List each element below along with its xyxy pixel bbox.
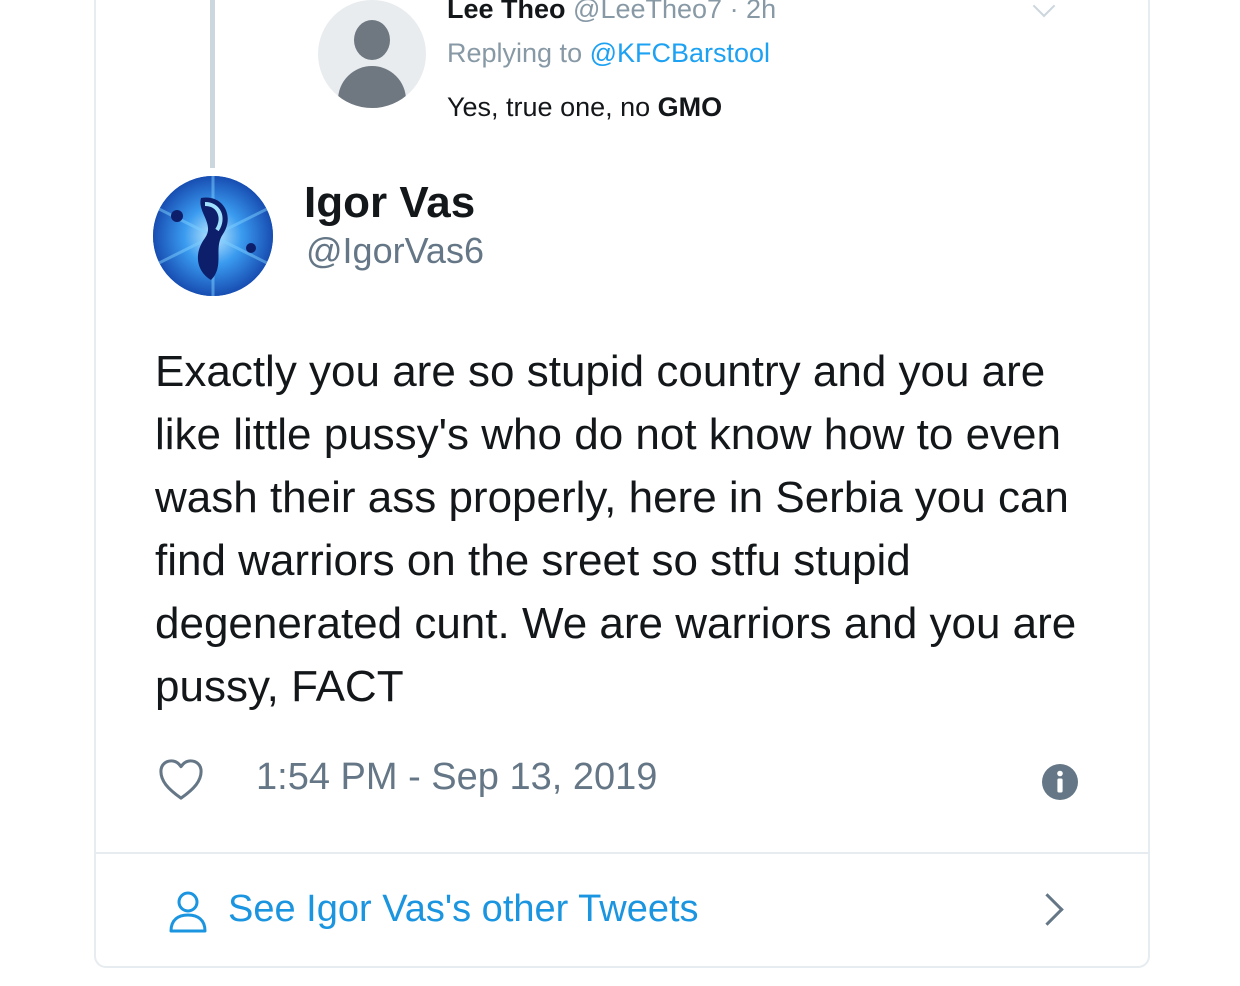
parent-author-handle-time: @LeeTheo7 · 2h (573, 0, 777, 24)
author-name[interactable]: Igor Vas (304, 178, 475, 228)
chevron-right-icon[interactable] (1031, 893, 1064, 926)
person-outline-icon (169, 891, 207, 933)
replying-to-label: Replying to (447, 38, 590, 68)
info-circle-icon[interactable] (1042, 764, 1078, 800)
default-avatar-shoulders (338, 66, 406, 108)
parent-tweet-text: Yes, true one, no GMO (447, 92, 722, 123)
parent-author-name[interactable]: Lee Theo (447, 0, 566, 24)
replying-to-handle-link[interactable]: @KFCBarstool (590, 38, 770, 68)
author-handle[interactable]: @IgorVas6 (306, 230, 484, 272)
see-other-tweets-link[interactable]: See Igor Vas's other Tweets (94, 854, 1150, 966)
tweet-text: Exactly you are so stupid country and yo… (155, 347, 1077, 711)
parent-tweet-header: Lee Theo @LeeTheo7 · 2h (447, 0, 776, 25)
default-avatar-head (354, 20, 390, 60)
avatar-image (153, 176, 273, 296)
parent-tweet-text-bold: GMO (657, 92, 723, 122)
heart-outline-icon[interactable] (158, 758, 204, 802)
replying-to-line: Replying to @KFCBarstool (447, 38, 770, 69)
author-avatar[interactable] (153, 176, 273, 296)
tweet-timestamp[interactable]: 1:54 PM - Sep 13, 2019 (256, 756, 657, 799)
see-other-tweets-label[interactable]: See Igor Vas's other Tweets (228, 888, 699, 931)
parent-tweet-text-plain: Yes, true one, no (447, 92, 658, 122)
parent-avatar[interactable] (318, 0, 426, 108)
thread-connector-line (210, 0, 215, 168)
